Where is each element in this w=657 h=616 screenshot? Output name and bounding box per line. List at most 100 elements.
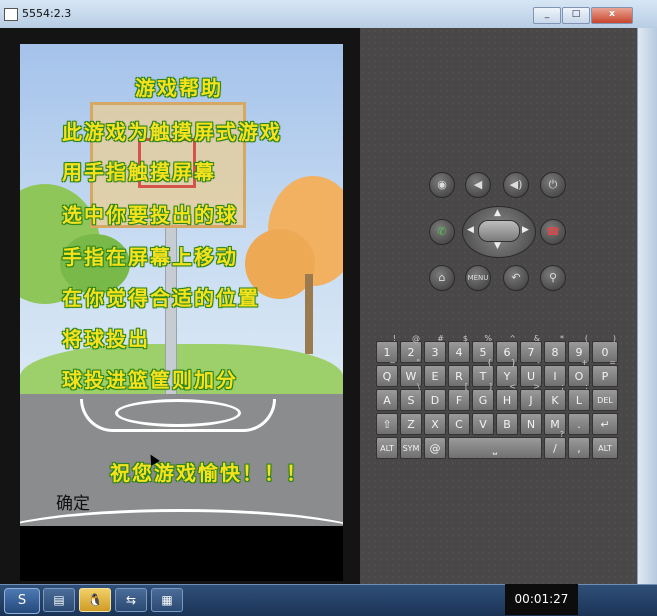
delete-key[interactable]: DEL bbox=[592, 389, 618, 411]
power-icon[interactable]: ⏻ bbox=[540, 172, 566, 198]
key-label: F bbox=[455, 394, 463, 407]
key-alt-label: : bbox=[585, 382, 588, 391]
key-alt-label: * bbox=[560, 334, 564, 343]
search-icon[interactable]: ⚲ bbox=[540, 265, 566, 291]
back-icon[interactable]: ↶ bbox=[503, 265, 529, 291]
home-icon[interactable]: ⌂ bbox=[429, 265, 455, 291]
alt-key[interactable]: ALT bbox=[376, 437, 398, 459]
key-label: D bbox=[430, 394, 440, 407]
close-button[interactable]: x bbox=[591, 7, 633, 24]
taskbar-qq-icon[interactable]: 🐧 bbox=[79, 588, 111, 612]
key[interactable]: . bbox=[568, 413, 590, 435]
volume-down-icon[interactable]: ◀ bbox=[465, 172, 491, 198]
key[interactable]: X bbox=[424, 413, 446, 435]
volume-up-icon[interactable]: ◀) bbox=[503, 172, 529, 198]
key[interactable]: E bbox=[424, 365, 446, 387]
key-alt-label: [ bbox=[464, 382, 468, 391]
start-button[interactable]: S bbox=[4, 588, 40, 614]
key-label: E bbox=[431, 370, 439, 383]
key[interactable]: , bbox=[568, 437, 590, 459]
sym-key[interactable]: SYM bbox=[400, 437, 422, 459]
key-label: R bbox=[455, 370, 463, 383]
key-label: G bbox=[478, 394, 488, 407]
recording-timer: 00:01:27 bbox=[505, 584, 578, 615]
help-line: 用手指触摸屏幕 bbox=[62, 160, 216, 184]
window-titlebar: 5554:2.3 _ □ x bbox=[0, 0, 657, 29]
key-label: ↵ bbox=[600, 418, 610, 431]
key-label: M bbox=[550, 418, 560, 431]
end-call-icon[interactable]: ☎ bbox=[540, 219, 566, 245]
menu-button[interactable]: MENU bbox=[465, 265, 491, 291]
key-label: S bbox=[407, 394, 415, 407]
key[interactable]: * 8 bbox=[544, 334, 566, 363]
key-label: @ bbox=[429, 442, 441, 455]
maximize-button[interactable]: □ bbox=[562, 7, 590, 24]
key[interactable]: @ bbox=[424, 437, 446, 459]
key[interactable]: \ S bbox=[400, 382, 422, 411]
key[interactable]: ] G bbox=[472, 382, 494, 411]
key-label: O bbox=[574, 370, 584, 383]
dpad-center-button[interactable] bbox=[478, 220, 520, 242]
key[interactable]: ? / bbox=[544, 430, 566, 459]
key-alt-label: ^ bbox=[509, 334, 516, 343]
camera-icon[interactable]: ◉ bbox=[429, 172, 455, 198]
dpad-right-icon[interactable]: ▶ bbox=[522, 225, 529, 235]
key-alt-label: - bbox=[537, 358, 540, 367]
key-label: / bbox=[553, 442, 557, 455]
key[interactable]: ; K bbox=[544, 382, 566, 411]
key-alt-label: # bbox=[437, 334, 444, 343]
taskbar-document-icon[interactable]: ▤ bbox=[43, 588, 75, 612]
key-alt-label: ] bbox=[488, 382, 492, 391]
alt-key[interactable]: ALT bbox=[592, 437, 618, 459]
dpad-up-icon[interactable]: ▲ bbox=[494, 208, 501, 218]
emulator-keyboard: ! 1 @2 #3 $4 % 5 ^ 6 & 7 * 8 (9 ) 0 ~ Q " W E R … bbox=[374, 334, 621, 459]
key[interactable]: Z bbox=[400, 413, 422, 435]
space-key[interactable]: ⎵ bbox=[448, 437, 542, 459]
key-label: T bbox=[479, 370, 487, 383]
key-label: Z bbox=[407, 418, 415, 431]
key[interactable]: $4 bbox=[448, 334, 470, 363]
key-label: 7 bbox=[527, 346, 535, 359]
key[interactable]: = P bbox=[592, 358, 618, 387]
key-label: J bbox=[529, 394, 533, 407]
enter-key[interactable]: ↵ bbox=[592, 413, 618, 435]
call-icon[interactable]: ✆ bbox=[429, 219, 455, 245]
help-line: 手指在屏幕上移动 bbox=[62, 245, 238, 269]
key[interactable]: #3 bbox=[424, 334, 446, 363]
key-label: C bbox=[455, 418, 463, 431]
key-alt-label: @ bbox=[412, 334, 420, 343]
shift-key[interactable]: ⇧ bbox=[376, 413, 398, 435]
taskbar-switch-icon[interactable]: ⇆ bbox=[115, 588, 147, 612]
key[interactable]: [F bbox=[448, 382, 470, 411]
key[interactable]: ~ Q bbox=[376, 358, 398, 387]
key-label: 6 bbox=[503, 346, 511, 359]
minimize-button[interactable]: _ bbox=[533, 7, 561, 24]
key-label: Q bbox=[382, 370, 392, 383]
ok-button[interactable]: 确定 bbox=[52, 487, 94, 516]
taskbar-app-icon[interactable]: ▦ bbox=[151, 588, 183, 612]
key[interactable]: > J bbox=[520, 382, 542, 411]
emulator-controls-panel bbox=[360, 28, 637, 584]
key-alt-label: " bbox=[416, 358, 420, 367]
key-label: W bbox=[405, 370, 417, 383]
key-label: A bbox=[383, 394, 391, 407]
key[interactable]: < H bbox=[496, 382, 518, 411]
key-alt-label: > bbox=[533, 382, 540, 391]
device-screen[interactable]: 游戏帮助 此游戏为触摸屏式游戏 用手指触摸屏幕 选中你要投出的球 手指在屏幕上移… bbox=[20, 44, 343, 526]
window-app-icon bbox=[4, 8, 18, 21]
key[interactable]: V bbox=[472, 413, 494, 435]
key-label: 4 bbox=[455, 346, 463, 359]
key[interactable]: B bbox=[496, 413, 518, 435]
key[interactable]: D bbox=[424, 389, 446, 411]
wish-message: 祝您游戏愉快！！！ bbox=[110, 461, 308, 485]
key-label: SYM bbox=[402, 444, 420, 453]
dpad-down-icon[interactable]: ▼ bbox=[494, 241, 501, 251]
key-label: . bbox=[577, 418, 581, 431]
key[interactable]: :L bbox=[568, 382, 590, 411]
key-alt-label: { bbox=[486, 358, 492, 367]
key[interactable]: N bbox=[520, 413, 542, 435]
dpad-left-icon[interactable]: ◀ bbox=[467, 225, 474, 235]
key[interactable]: A bbox=[376, 389, 398, 411]
key-label: 0 bbox=[601, 346, 609, 359]
key[interactable]: C bbox=[448, 413, 470, 435]
